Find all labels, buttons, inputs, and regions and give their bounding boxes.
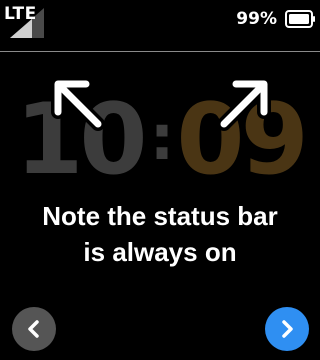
info-message-line-1: Note the status bar <box>42 201 278 231</box>
next-button[interactable] <box>265 307 309 351</box>
chevron-right-icon <box>282 320 293 338</box>
back-button[interactable] <box>12 307 56 351</box>
chevron-left-icon <box>28 320 39 338</box>
arrow-up-right-icon <box>217 77 271 131</box>
clock-separator: : <box>149 101 175 174</box>
info-message-line-2: is always on <box>83 237 237 267</box>
battery-full-icon <box>285 10 315 28</box>
battery-percent: 99% <box>236 9 277 29</box>
status-bar-divider <box>0 51 320 52</box>
network-type-label: LTE <box>4 4 37 24</box>
info-message: Note the status bar is always on <box>0 198 320 270</box>
arrow-up-left-icon <box>51 77 105 131</box>
status-bar: LTE 99% <box>0 0 320 52</box>
